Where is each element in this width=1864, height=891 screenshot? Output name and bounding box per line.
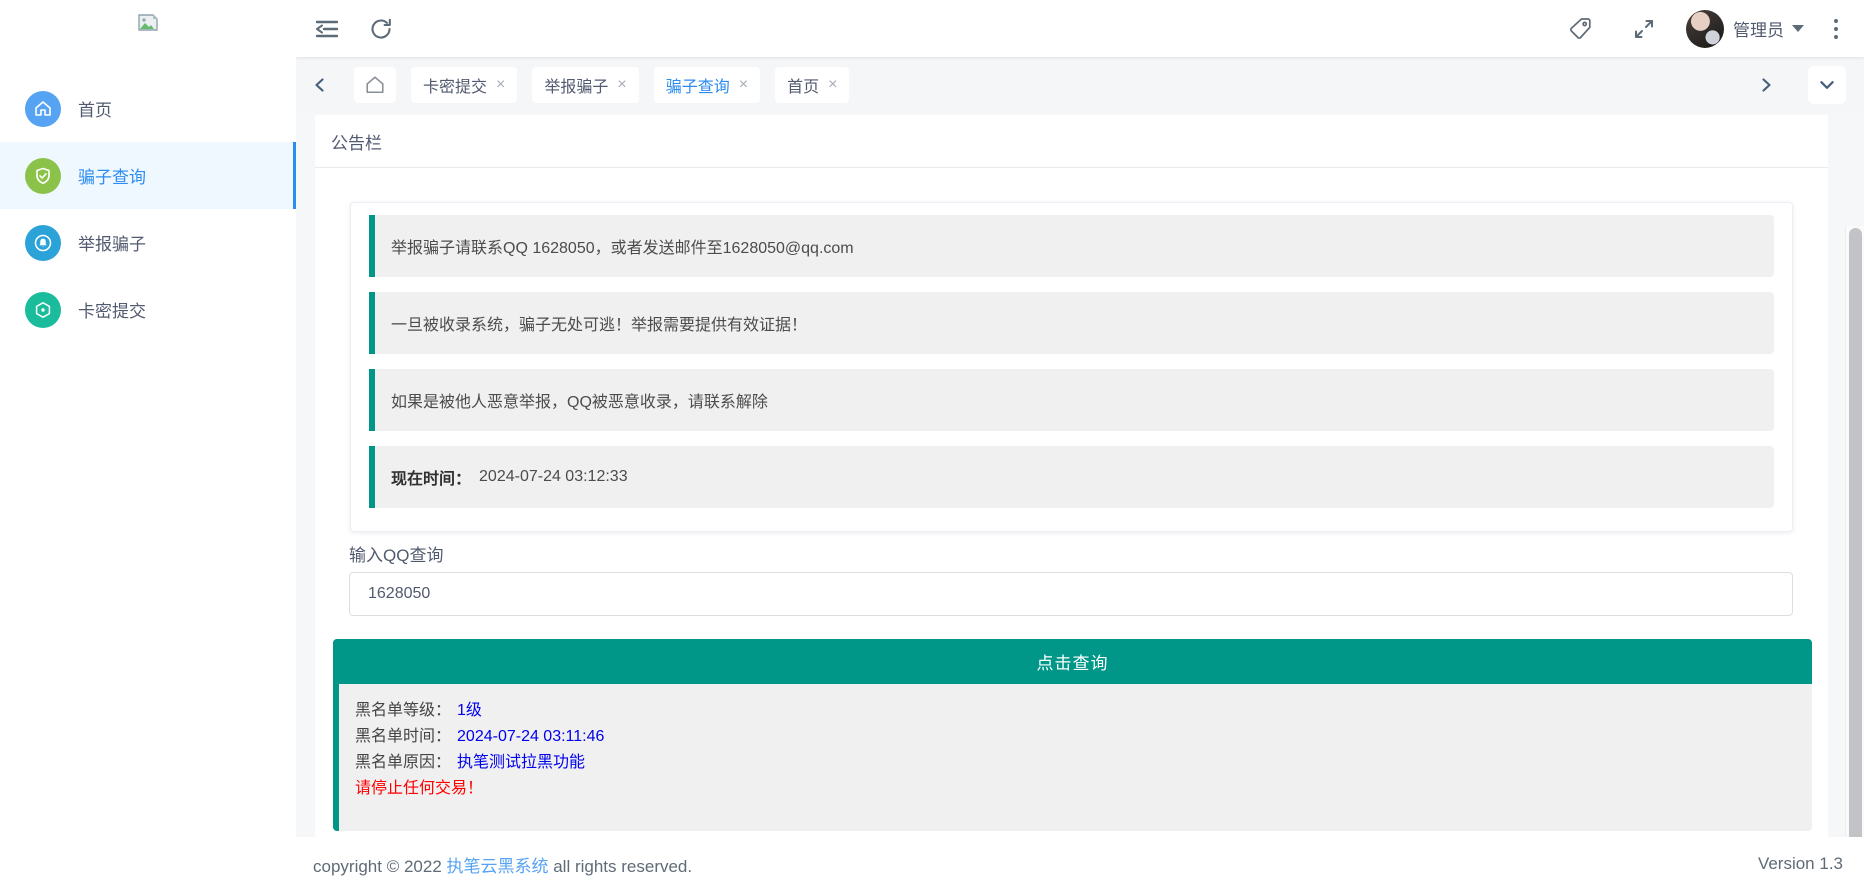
announcement-row-time: 现在时间： 2024-07-24 03:12:33 — [369, 446, 1774, 508]
fullscreen-icon[interactable] — [1630, 15, 1658, 43]
header-right-cluster: 管理员 — [1566, 10, 1864, 48]
sidebar-item-scammer-query[interactable]: 骗子查询 — [0, 142, 296, 209]
announcement-text: 如果是被他人恶意举报，QQ被恶意收录，请联系解除 — [391, 388, 768, 412]
sidebar-item-report-scammer[interactable]: 举报骗子 — [0, 209, 296, 276]
user-name: 管理员 — [1733, 16, 1784, 41]
version-label: Version 1.3 — [1758, 854, 1843, 874]
tab-label: 举报骗子 — [544, 73, 608, 97]
tab-scammer-query[interactable]: 骗子查询 × — [654, 67, 760, 103]
home-icon — [365, 75, 385, 95]
result-line-time: 黑名单时间： 2024-07-24 03:11:46 — [355, 724, 1812, 750]
close-icon[interactable]: × — [617, 77, 626, 93]
close-icon[interactable]: × — [828, 77, 837, 93]
copyright-text: copyright © 2022 执笔云黑系统 all rights reser… — [313, 852, 692, 877]
copyright-prefix: copyright © 2022 — [313, 857, 447, 876]
sidebar-item-label: 卡密提交 — [78, 297, 146, 322]
board-title: 公告栏 — [315, 115, 1828, 154]
title-divider — [315, 167, 1828, 168]
broken-image-icon — [138, 14, 158, 31]
announcement-row: 如果是被他人恶意举报，QQ被恶意收录，请联系解除 — [369, 369, 1774, 431]
result-line-reason: 黑名单原因： 执笔测试拉黑功能 — [355, 750, 1812, 776]
result-value: 执笔测试拉黑功能 — [457, 754, 585, 771]
kebab-menu-icon[interactable] — [1830, 15, 1842, 43]
refresh-icon[interactable] — [367, 15, 395, 43]
sidebar: 首页 骗子查询 举报骗 — [0, 0, 296, 891]
user-menu[interactable]: 管理员 — [1733, 16, 1804, 41]
announcement-text: 一旦被收录系统，骗子无处可逃！举报需要提供有效证据！ — [391, 311, 807, 335]
scrollbar-thumb[interactable] — [1849, 228, 1862, 859]
home-icon — [25, 91, 61, 127]
app-window: 首页 骗子查询 举报骗 — [0, 0, 1864, 891]
announcement-text: 举报骗子请联系QQ 1628050，或者发送邮件至1628050@qq.com — [391, 234, 854, 258]
site-link[interactable]: 执笔云黑系统 — [447, 857, 549, 876]
user-avatar[interactable] — [1686, 10, 1724, 48]
announcement-row: 一旦被收录系统，骗子无处可逃！举报需要提供有效证据！ — [369, 292, 1774, 354]
shield-check-icon — [25, 158, 61, 194]
card-key-icon — [25, 292, 61, 328]
sidebar-menu: 首页 骗子查询 举报骗 — [0, 75, 296, 343]
result-value: 2024-07-24 03:11:46 — [457, 728, 604, 745]
query-result-box: 黑名单等级： 1级 黑名单时间： 2024-07-24 03:11:46 黑名单原因… — [333, 684, 1812, 831]
top-header: 管理员 — [296, 0, 1864, 57]
chevron-right-icon[interactable] — [1756, 75, 1776, 95]
sidebar-item-label: 骗子查询 — [78, 163, 146, 188]
tab-label: 卡密提交 — [423, 73, 487, 97]
announcement-card: 举报骗子请联系QQ 1628050，或者发送邮件至1628050@qq.com … — [350, 202, 1793, 532]
tab-report-scammer[interactable]: 举报骗子 × — [532, 67, 638, 103]
sidebar-item-label: 举报骗子 — [78, 230, 146, 255]
tag-icon[interactable] — [1566, 15, 1594, 43]
result-value: 1级 — [457, 702, 482, 719]
result-label: 黑名单等级： — [355, 702, 451, 719]
sidebar-item-label: 首页 — [78, 96, 112, 121]
query-button[interactable]: 点击查询 — [333, 639, 1812, 684]
tab-home[interactable]: 首页 × — [775, 67, 849, 103]
result-label: 黑名单原因： — [355, 754, 451, 771]
query-label: 输入QQ查询 — [349, 541, 1793, 566]
tab-label: 首页 — [787, 73, 819, 97]
copyright-suffix: all rights reserved. — [549, 857, 693, 876]
close-icon[interactable]: × — [739, 77, 748, 93]
tags-nav-right — [1756, 66, 1846, 104]
collapse-sidebar-icon[interactable] — [313, 15, 341, 43]
qq-query-input[interactable] — [349, 572, 1793, 616]
tab-label: 骗子查询 — [666, 73, 730, 97]
announcement-row: 举报骗子请联系QQ 1628050，或者发送邮件至1628050@qq.com — [369, 215, 1774, 277]
caret-down-icon — [1792, 25, 1804, 32]
time-label: 现在时间： — [391, 465, 471, 489]
tags-nav: 卡密提交 × 举报骗子 × 骗子查询 × 首页 × — [296, 57, 1864, 113]
content-panel: 公告栏 举报骗子请联系QQ 1628050，或者发送邮件至1628050@qq.… — [315, 115, 1828, 837]
sidebar-item-home[interactable]: 首页 — [0, 75, 296, 142]
result-warning: 请停止任何交易！ — [355, 776, 1812, 802]
report-bell-icon — [25, 225, 61, 261]
time-value: 2024-07-24 03:12:33 — [479, 468, 628, 486]
sidebar-item-cardkey-submit[interactable]: 卡密提交 — [0, 276, 296, 343]
page-footer: copyright © 2022 执笔云黑系统 all rights reser… — [296, 837, 1864, 891]
tabs-dropdown-button[interactable] — [1808, 66, 1846, 104]
tab-cardkey-submit[interactable]: 卡密提交 × — [411, 67, 517, 103]
scrollbar-track[interactable] — [1845, 226, 1864, 891]
result-label: 黑名单时间： — [355, 728, 451, 745]
chevron-left-icon[interactable] — [310, 75, 330, 95]
chevron-down-icon — [1818, 76, 1836, 94]
close-icon[interactable]: × — [496, 77, 505, 93]
tab-home-chip[interactable] — [354, 67, 396, 103]
result-line-level: 黑名单等级： 1级 — [355, 698, 1812, 724]
main-content: 公告栏 举报骗子请联系QQ 1628050，或者发送邮件至1628050@qq.… — [296, 113, 1864, 837]
